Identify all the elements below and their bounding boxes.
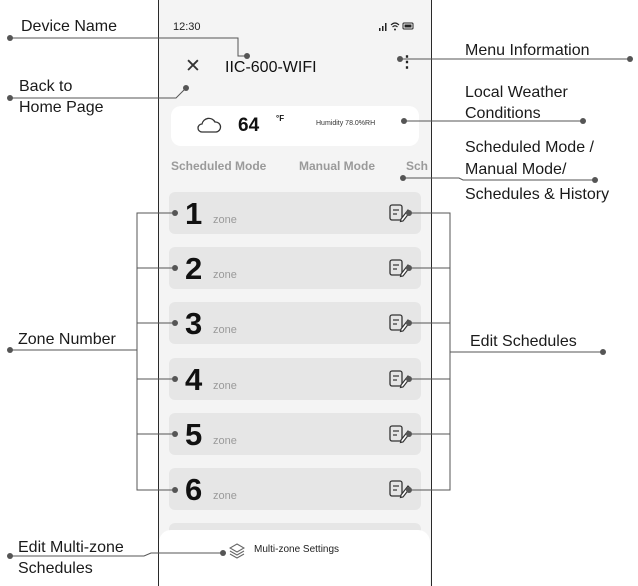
edit-schedule-icon[interactable] (389, 203, 411, 228)
zone-number: 4 (185, 362, 203, 397)
zone-label: zone (213, 435, 237, 447)
callout-weather-line2: Conditions (465, 105, 541, 122)
callout-menu-info: Menu Information (465, 42, 590, 59)
edit-schedule-icon[interactable] (389, 369, 411, 394)
zone-label: zone (213, 380, 237, 392)
callout-edit-multi-line2: Schedules (18, 560, 93, 577)
phone-screen: 12:30 ✕ IIC-600-WIFI ⋮ 64 °F Humidity 78… (158, 0, 432, 586)
more-vertical-icon[interactable]: ⋮ (399, 52, 415, 72)
callout-mode-line2: Manual Mode/ (465, 161, 567, 178)
zone-label: zone (213, 269, 237, 281)
edit-schedule-icon[interactable] (389, 479, 411, 504)
tab-scheduled-mode[interactable]: Scheduled Mode (171, 159, 266, 173)
callout-edit-multi-line1: Edit Multi-zone (18, 539, 124, 556)
humidity-text: Humidity 78.0%RH (316, 120, 376, 127)
zone-row[interactable]: 3 zone (169, 302, 421, 344)
callout-mode-line3: Schedules & History (465, 186, 610, 203)
zone-number: 1 (185, 196, 203, 231)
device-title: IIC-600-WIFI (225, 59, 317, 76)
cloud-icon (195, 115, 223, 140)
multi-zone-settings-label: Multi-zone Settings (254, 544, 340, 555)
zone-label: zone (213, 490, 237, 502)
edit-schedule-icon[interactable] (389, 424, 411, 449)
zone-row[interactable]: 4 zone (169, 358, 421, 400)
status-icons (379, 21, 415, 33)
weather-card: 64 °F Humidity 78.0%RH (171, 106, 419, 146)
zone-number: 3 (185, 306, 203, 341)
multi-zone-settings-bar[interactable]: Multi-zone Settings (159, 530, 430, 586)
zone-label: zone (213, 214, 237, 226)
zone-row[interactable]: 6 zone (169, 468, 421, 510)
edit-schedule-icon[interactable] (389, 258, 411, 283)
temperature-value: 64 (238, 115, 260, 136)
layers-icon (228, 543, 246, 564)
zone-number: 2 (185, 251, 203, 286)
edit-schedule-icon[interactable] (389, 313, 411, 338)
zone-row[interactable]: 5 zone (169, 413, 421, 455)
zone-row[interactable]: 1 zone (169, 192, 421, 234)
zone-row[interactable]: 2 zone (169, 247, 421, 289)
callout-mode-line1: Scheduled Mode / (465, 139, 594, 156)
temperature-unit: °F (276, 114, 285, 123)
callout-back-line1: Back to (19, 78, 73, 95)
tab-manual-mode[interactable]: Manual Mode (299, 159, 375, 173)
callout-weather-line1: Local Weather (465, 84, 568, 101)
callout-edit-schedules: Edit Schedules (470, 333, 577, 350)
zone-label: zone (213, 324, 237, 336)
status-time: 12:30 (173, 21, 201, 33)
callout-device-name: Device Name (21, 18, 118, 35)
zone-number: 5 (185, 417, 203, 452)
tab-schedules-history[interactable]: Sch (406, 159, 428, 173)
callout-back-line2: Home Page (19, 99, 104, 116)
zone-number: 6 (185, 472, 203, 507)
callout-zone-number: Zone Number (18, 331, 116, 348)
close-icon[interactable]: ✕ (185, 55, 201, 78)
